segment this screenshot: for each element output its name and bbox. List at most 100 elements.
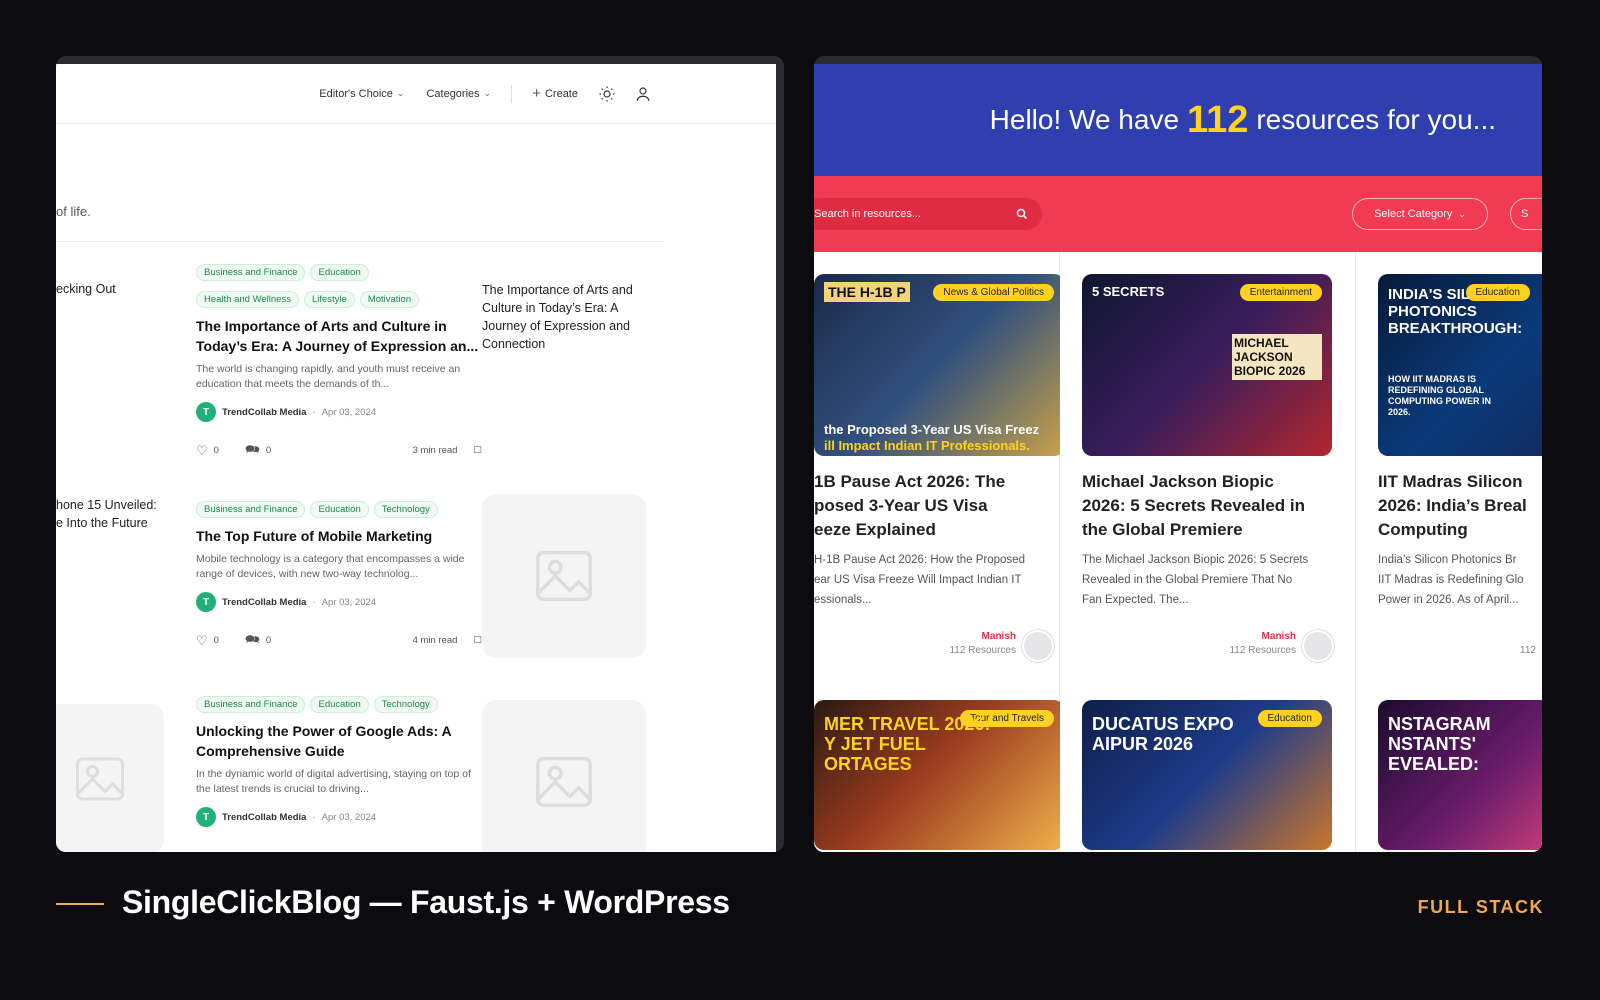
left-screenshot-frame: Editor's Choice ⌄ Categories ⌄ + Create … [56,56,784,852]
article-card: Business and Finance Education Technolog… [196,501,482,651]
project-title: SingleClickBlog — Faust.js + WordPress [122,884,730,920]
card-title[interactable]: Michael Jackson Biopic 2026: 5 Secrets R… [1082,470,1332,542]
theme-toggle-button[interactable] [594,81,620,107]
author-name[interactable]: TrendCollab Media [222,597,306,608]
heart-icon[interactable]: ♡ [196,443,208,459]
search-input[interactable]: Search in resources... [814,198,1042,230]
tag-chip[interactable]: Education [310,501,369,518]
category-badge[interactable]: Education [1465,284,1530,301]
category-badge[interactable]: Education [1257,710,1322,727]
tag-chip[interactable]: Lifestyle [303,291,355,308]
comment-count: 0 [265,635,272,646]
nav-categories[interactable]: Categories ⌄ [420,84,497,104]
chevron-down-icon: ⌄ [1458,208,1466,219]
card-image[interactable]: THE H-1B P News & Global Politics the Pr… [814,274,1064,456]
article-date: Apr 03, 2024 [321,811,377,823]
article-card: Business and Finance Education Health an… [196,264,482,461]
read-time: 4 min read [412,635,458,646]
secondary-select[interactable]: S [1510,198,1542,230]
create-label: Create [544,87,578,100]
heart-icon[interactable]: ♡ [196,633,208,649]
article-title[interactable]: The Top Future of Mobile Marketing [196,526,482,546]
search-placeholder: Search in resources... [814,208,921,220]
comment-icon[interactable]: 🗪 [245,630,260,651]
create-button[interactable]: + Create [526,81,584,106]
card-author: 112 [1506,644,1536,658]
card-author: Manish 112 Resources [1200,630,1296,658]
hero-banner: Hello! We have 112 resources for you... [814,64,1542,176]
author-name[interactable]: TrendCollab Media [222,812,306,823]
broken-image-alt[interactable]: The Importance of Arts and Culture in To… [482,281,652,353]
resource-grid: THE H-1B P News & Global Politics the Pr… [814,252,1542,852]
tag-chip[interactable]: Motivation [359,291,420,308]
article-title[interactable]: Unlocking the Power of Google Ads: A Com… [196,721,482,761]
category-select[interactable]: Select Category ⌄ [1352,198,1488,230]
card-image[interactable]: Education DUCATUS EXPO AIPUR 2026 [1082,700,1332,850]
search-icon[interactable] [1016,208,1028,220]
tag-chip[interactable]: Education [310,264,369,281]
image-placeholder-icon [76,757,124,801]
resources-screen: Hello! We have 112 resources for you... … [814,64,1542,852]
avatar[interactable] [1302,630,1334,662]
right-screenshot-frame: Hello! We have 112 resources for you... … [814,56,1542,852]
article-excerpt: Mobile technology is a category that enc… [196,553,465,580]
card-image[interactable]: Tour and Travels MER TRAVEL 2026: Y JET … [814,700,1064,850]
author-name[interactable]: TrendCollab Media [222,407,306,418]
image-placeholder-icon [536,550,592,602]
card-excerpt: India’s Silicon Photonics Br IIT Madras … [1378,554,1524,606]
resource-card[interactable]: THE H-1B P News & Global Politics the Pr… [814,252,1064,852]
tag-chip[interactable]: Business and Finance [196,501,306,518]
author-resources: 112 Resources [1229,645,1296,656]
category-badge[interactable]: Entertainment [1239,284,1322,301]
tag-chip[interactable]: Technology [373,501,438,518]
card-image-text: DUCATUS EXPO AIPUR 2026 [1092,714,1234,754]
author-resources: 112 Resources [949,645,1016,656]
card-image-text: MER TRAVEL 2026: Y JET FUEL ORTAGES [824,714,991,774]
card-image-text: the Proposed 3-Year US Visa Freez [824,422,1040,437]
author-name[interactable]: Manish [1200,630,1296,644]
project-category: FULL STACK [1417,897,1544,917]
avatar[interactable] [1022,630,1054,662]
comment-icon[interactable]: 🗪 [245,440,260,461]
bookmark-icon[interactable]: ☐ [473,635,482,646]
tag-chip[interactable]: Health and Wellness [196,291,299,308]
user-account-button[interactable] [630,81,656,107]
resource-card[interactable]: INDIA'S SILICON PHOTONICS BREAKTHROUGH: … [1356,252,1542,852]
tag-list: Business and Finance Education Technolog… [196,696,482,713]
chevron-down-icon: ⌄ [483,88,492,98]
blog-screen: Editor's Choice ⌄ Categories ⌄ + Create … [56,64,776,852]
card-author: Manish 112 Resources [920,630,1016,658]
like-count: 0 [213,635,219,646]
image-placeholder [56,704,164,852]
card-image[interactable]: 5 SECRETS Entertainment MICHAEL JACKSON … [1082,274,1332,456]
filter-bar: Search in resources... Select Category ⌄… [814,176,1542,252]
article-author: T TrendCollab Media · Apr 03, 2024 [196,592,482,612]
bookmark-icon[interactable]: ☐ [473,445,482,456]
category-badge[interactable]: News & Global Politics [933,284,1054,301]
article-author: T TrendCollab Media · Apr 03, 2024 [196,807,482,827]
tag-chip[interactable]: Education [310,696,369,713]
category-select-label: Select Category [1374,208,1453,220]
card-image[interactable]: NSTAGRAM NSTANTS' EVEALED: [1378,700,1542,850]
tag-chip[interactable]: Business and Finance [196,264,306,281]
side-article-link[interactable]: ecking Out [56,280,116,298]
tag-chip[interactable]: Business and Finance [196,696,306,713]
image-placeholder[interactable] [482,494,646,658]
article-meta: ♡ 0 🗪 0 3 min read ☐ [196,440,482,461]
nav-editors-choice[interactable]: Editor's Choice ⌄ [313,84,410,104]
card-title[interactable]: 1B Pause Act 2026: The posed 3-Year US V… [814,470,1064,542]
resource-card[interactable]: 5 SECRETS Entertainment MICHAEL JACKSON … [1060,252,1356,852]
author-name[interactable]: Manish [920,630,1016,644]
article-title[interactable]: The Importance of Arts and Culture in To… [196,316,482,356]
article-date: Apr 03, 2024 [321,406,377,418]
tag-chip[interactable]: Technology [373,696,438,713]
side-article-link[interactable]: hone 15 Unveiled: e Into the Future [56,496,157,532]
resource-count: 112 [1187,98,1249,141]
chevron-down-icon: ⌄ [396,88,405,98]
avatar: T [196,402,216,422]
page-tagline: of life. [56,204,91,219]
image-placeholder[interactable] [482,700,646,852]
card-image[interactable]: INDIA'S SILICON PHOTONICS BREAKTHROUGH: … [1378,274,1542,456]
card-title[interactable]: IIT Madras Silicon 2026: India’s Breal C… [1378,470,1542,542]
card-image-text: MICHAEL JACKSON BIOPIC 2026 [1232,334,1322,380]
